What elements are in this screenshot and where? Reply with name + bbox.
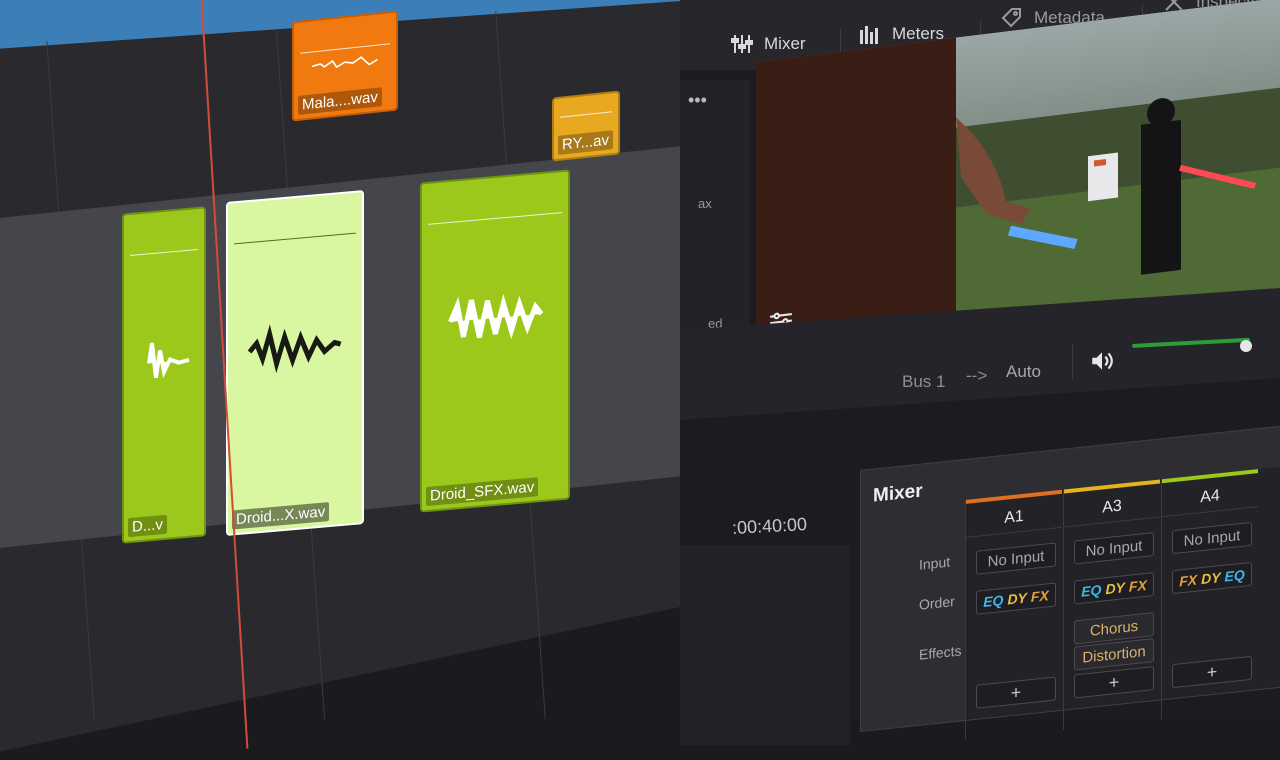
meters-bars-icon [860, 26, 878, 44]
clip-label: Droid...X.wav [232, 502, 330, 530]
bus-label: Bus 1 [902, 372, 946, 391]
channel-strip-a3: A3 No Input EQ DY FX Chorus Distortion + [1063, 479, 1160, 730]
waveform-icon [147, 342, 190, 379]
divider [1072, 344, 1073, 380]
order-select[interactable]: FX DY EQ [1172, 561, 1252, 595]
add-effect-button[interactable]: + [976, 676, 1056, 709]
waveform-icon [248, 324, 342, 374]
clip-label: RY...av [558, 130, 613, 155]
order-dy: DY [1007, 589, 1027, 608]
order-fx: FX [1030, 587, 1049, 606]
metadata-tags-icon [1001, 8, 1021, 28]
channel-strip-a1: A1 No Input EQ DY FX + [965, 489, 1062, 740]
bus-mode[interactable]: Auto [1006, 362, 1041, 382]
audio-clip[interactable]: RY...av [552, 90, 620, 162]
row-label-input: Input [919, 553, 951, 573]
timecode-display: :00:40:00 [731, 514, 808, 538]
order-dy: DY [1105, 579, 1125, 598]
mixer-panel: Mixer Input Order Effects A1 No Input EQ… [860, 423, 1280, 740]
input-select[interactable]: No Input [1074, 532, 1154, 565]
clip-label: D...v [128, 514, 167, 538]
add-effect-button[interactable]: + [1074, 666, 1154, 699]
order-eq: EQ [1081, 581, 1102, 600]
audio-clip-selected[interactable]: Droid...X.wav [226, 189, 364, 537]
order-fx: FX [1128, 576, 1147, 595]
more-options-icon[interactable]: ••• [688, 90, 707, 111]
clip-label: Mala....wav [298, 87, 382, 115]
mixer-channels: A1 No Input EQ DY FX + A3 No Input EQ DY… [965, 464, 1280, 740]
order-select[interactable]: EQ DY FX [1074, 572, 1154, 605]
order-select[interactable]: EQ DY FX [976, 582, 1056, 615]
order-eq: EQ [1224, 566, 1245, 585]
order-fx: FX [1179, 571, 1198, 590]
waveform-icon [447, 293, 543, 340]
volume-icon[interactable] [1088, 348, 1116, 374]
waveform-icon [312, 56, 378, 69]
timeline-ruler-area [680, 545, 850, 745]
order-dy: DY [1201, 569, 1221, 588]
mixer-sliders-icon [731, 35, 753, 53]
side-text: ax [698, 196, 712, 211]
arrow-icon: --> [966, 366, 988, 385]
audio-clip[interactable]: D...v [122, 206, 206, 544]
order-eq: EQ [983, 591, 1004, 611]
mixer-title: Mixer [873, 480, 923, 507]
volume-slider-knob[interactable] [1240, 340, 1252, 352]
input-select[interactable]: No Input [976, 542, 1056, 575]
row-label-order: Order [919, 593, 955, 613]
row-label-effects: Effects [919, 642, 962, 663]
channel-strip-a4: A4 No Input FX DY EQ + [1161, 469, 1258, 720]
audio-clip[interactable]: Droid_SFX.wav [420, 169, 570, 513]
clip-label: Droid_SFX.wav [426, 477, 539, 507]
tab-mixer[interactable]: Mixer [730, 32, 806, 56]
audio-clip[interactable]: Mala....wav [292, 10, 398, 122]
add-effect-button[interactable]: + [1172, 655, 1252, 689]
input-select[interactable]: No Input [1172, 521, 1252, 555]
tab-label: Mixer [764, 34, 806, 53]
